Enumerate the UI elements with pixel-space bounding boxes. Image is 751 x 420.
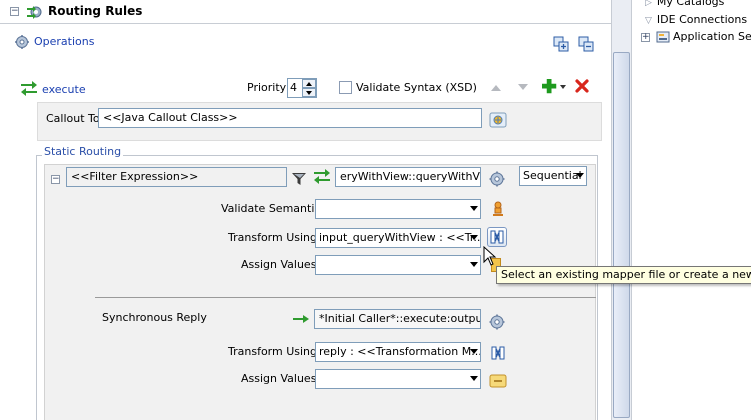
schema-validation-icon[interactable] [491, 201, 505, 217]
target-service-arrows-icon [313, 168, 331, 184]
chevron-down-icon [470, 206, 478, 211]
operations-gear-icon [15, 35, 29, 49]
priority-up-button[interactable] [302, 79, 316, 88]
section-title: Routing Rules [48, 4, 143, 18]
mapper-button[interactable] [487, 227, 507, 247]
filter-icon[interactable] [291, 171, 307, 187]
priority-down-button[interactable] [302, 88, 316, 97]
collapse-all-icon[interactable] [578, 36, 594, 52]
expand-all-icon[interactable] [553, 36, 569, 52]
application-navigator-panel [611, 0, 751, 420]
collapse-route-toggle[interactable]: − [51, 175, 60, 184]
routing-rules-icon [26, 3, 44, 21]
priority-value: 4 [290, 81, 297, 94]
tree-item-label: IDE Connections [656, 13, 748, 26]
chevron-down-icon [470, 235, 478, 240]
chevron-down-icon [470, 349, 478, 354]
reply-transform-label: Transform Using [228, 345, 318, 358]
reply-mapper-icon[interactable] [489, 344, 507, 362]
tree-item-ide-connections[interactable]: ▽ IDE Connections [645, 13, 747, 26]
tree-item-application-server[interactable]: + Application Serv [641, 30, 751, 43]
execute-rule-link[interactable]: execute [42, 83, 86, 96]
reply-transform-value: reply : <<Transformation M... [319, 345, 481, 358]
mapper-tooltip: Select an existing mapper file or create… [496, 266, 751, 284]
priority-label: Priority [247, 81, 287, 94]
execution-mode-select[interactable]: Sequential [519, 166, 587, 186]
operations-link[interactable]: Operations [34, 35, 94, 48]
tree-item-label: My Catalogs [656, 0, 725, 8]
validate-syntax-label: Validate Syntax (XSD) [356, 81, 477, 94]
reply-divider [95, 297, 596, 298]
move-down-icon[interactable] [517, 82, 529, 92]
tree-expand-icon: ▷ [645, 0, 652, 8]
assign-values-label: Assign Values [241, 258, 317, 271]
static-routing-title: Static Routing [42, 145, 124, 158]
reply-transform-select[interactable]: reply : <<Transformation M... [315, 342, 481, 362]
synchronous-reply-label: Synchronous Reply [102, 311, 207, 324]
move-up-icon[interactable] [490, 82, 502, 92]
validate-semantic-select[interactable] [315, 199, 481, 219]
execution-mode-value: Sequential [523, 169, 582, 182]
chevron-down-icon [470, 376, 478, 381]
add-rule-icon[interactable] [542, 78, 566, 94]
reply-assign-label: Assign Values [241, 372, 317, 385]
tree-expand-box-icon: + [641, 31, 650, 42]
assign-values-select[interactable] [315, 255, 481, 275]
transform-using-select[interactable]: input_queryWithView : <<Tr... [315, 228, 481, 248]
tree-item-my-catalogs[interactable]: ▷ My Catalogs [645, 0, 724, 8]
scrollbar-thumb[interactable] [613, 52, 630, 418]
routing-arrows-icon [20, 80, 38, 96]
chevron-down-icon [470, 262, 478, 267]
browse-callout-icon[interactable] [489, 111, 507, 129]
transform-using-value: input_queryWithView : <<Tr... [319, 231, 481, 244]
reply-assign-select[interactable] [315, 369, 481, 389]
reply-arrow-icon [292, 314, 310, 324]
target-settings-gear-icon[interactable] [489, 171, 505, 187]
callout-to-label: Callout To [46, 112, 100, 125]
sync-reply-target-field: *Initial Caller*::execute:output [314, 309, 481, 329]
validate-semantic-label: Validate Semantic [221, 202, 321, 215]
tree-collapse-icon: ▽ [645, 16, 652, 26]
server-icon [656, 31, 670, 43]
mouse-cursor-icon [483, 245, 497, 266]
chevron-down-icon [576, 173, 584, 178]
reply-settings-gear-icon[interactable] [489, 314, 505, 330]
tree-item-label: Application Serv [673, 30, 751, 43]
filter-expression-field[interactable]: <<Filter Expression>> [66, 167, 287, 187]
routing-rules-editor: − Routing Rules Operations execute Prior… [0, 0, 611, 420]
mapper-icon [490, 230, 504, 244]
callout-to-field[interactable]: <<Java Callout Class>> [98, 108, 482, 128]
validate-syntax-checkbox[interactable] [339, 81, 352, 94]
reply-assign-icon[interactable] [489, 373, 507, 389]
transform-using-label: Transform Using [228, 231, 318, 244]
target-service-field[interactable]: eryWithView::queryWithView [335, 167, 481, 187]
collapse-section-toggle[interactable]: − [10, 7, 19, 16]
delete-rule-icon[interactable] [575, 79, 589, 93]
